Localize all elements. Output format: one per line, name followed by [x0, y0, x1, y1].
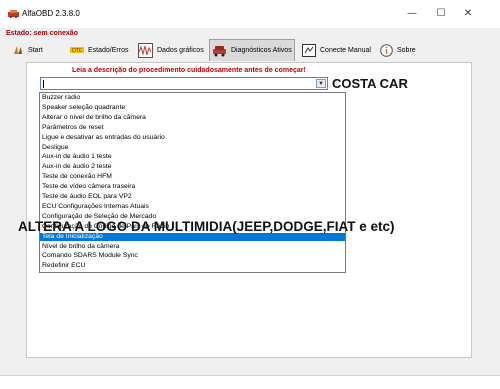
- dropdown-option[interactable]: Parâmetros de reset: [40, 124, 345, 132]
- dropdown-option[interactable]: Teste de áudio EOL para VP2: [40, 193, 345, 201]
- tab-dados-graficos[interactable]: Dados gráficos: [136, 40, 206, 60]
- tab-sobre[interactable]: Sobre: [378, 40, 418, 60]
- svg-text:DTC: DTC: [72, 48, 83, 54]
- overlay-caption-costa: COSTA CAR: [332, 76, 408, 91]
- dropdown-option[interactable]: Buzzer radio: [40, 94, 345, 102]
- info-icon: [380, 43, 393, 57]
- procedure-dropdown-list: Buzzer radio Speaker seleção quadrante Alt…: [39, 92, 346, 273]
- dropdown-option[interactable]: Aux-in de áudio 1 teste: [40, 153, 345, 161]
- tab-label: Conecte Manual: [320, 46, 371, 54]
- tab-label: Start: [28, 46, 43, 54]
- connection-status: Estado: sem conexão: [6, 30, 78, 37]
- dropdown-option[interactable]: Speaker seleção quadrante: [40, 104, 345, 112]
- app-logo-icon: [8, 10, 19, 18]
- dropdown-option[interactable]: Alterar o nível de brilho da câmera: [40, 114, 345, 122]
- tab-start[interactable]: Start: [10, 40, 45, 60]
- procedure-notice: Leia a descrição do procedimento cuidado…: [72, 67, 306, 74]
- toolbar: Start DTC Estado/Erros Dados gráficos Di…: [0, 39, 500, 61]
- diagnostics-panel: Leia a descrição do procedimento cuidado…: [26, 62, 472, 358]
- graph-icon: [138, 42, 153, 58]
- dropdown-option[interactable]: Teste de vídeo câmera traseira: [40, 183, 345, 191]
- tab-label: Diagnósticos Ativos: [231, 47, 292, 54]
- tab-label: Sobre: [397, 46, 416, 54]
- title-bar: AlfaOBD 2.3.8.0 — ☐ ✕: [0, 0, 500, 28]
- dropdown-option[interactable]: Desligue: [40, 144, 345, 152]
- text-caret: [43, 80, 44, 88]
- tab-label: Dados gráficos: [157, 46, 204, 54]
- chevron-down-icon[interactable]: ▼: [316, 79, 326, 88]
- close-button[interactable]: ✕: [454, 6, 482, 22]
- dropdown-option[interactable]: ECU Configurações Internas Atuais: [40, 203, 345, 211]
- dtc-icon: DTC: [70, 47, 84, 54]
- dropdown-option[interactable]: Ligue e desativar as entradas do usuário: [40, 134, 345, 142]
- tab-label: Estado/Erros: [88, 46, 129, 54]
- dropdown-option[interactable]: Aux-in de áudio 2 teste: [40, 163, 345, 171]
- dropdown-option[interactable]: Redefinir ECU: [40, 262, 345, 270]
- tab-diagnosticos-ativos[interactable]: Diagnósticos Ativos: [209, 39, 295, 61]
- procedure-select[interactable]: ▼: [40, 77, 328, 90]
- tab-conecte-manual[interactable]: Conecte Manual: [300, 40, 373, 60]
- signal-icon: [14, 46, 22, 54]
- overlay-caption-altera: ALTERA A LOGO DA MULTIMIDIA(JEEP,DODGE,F…: [18, 219, 395, 234]
- tab-estado-erros[interactable]: DTC Estado/Erros: [68, 40, 130, 60]
- dropdown-option[interactable]: Teste de conexão HFM: [40, 173, 345, 181]
- dropdown-option[interactable]: Nível de brilho da câmera: [40, 243, 345, 251]
- car-icon: [213, 46, 226, 57]
- minimize-button[interactable]: —: [398, 6, 426, 22]
- window-title: AlfaOBD 2.3.8.0: [22, 9, 80, 18]
- manual-connect-icon: [302, 43, 316, 57]
- dropdown-option[interactable]: Comando SDARS Module Sync: [40, 252, 345, 260]
- maximize-button[interactable]: ☐: [427, 6, 455, 22]
- app-window: AlfaOBD 2.3.8.0 — ☐ ✕ Estado: sem conexã…: [0, 0, 500, 376]
